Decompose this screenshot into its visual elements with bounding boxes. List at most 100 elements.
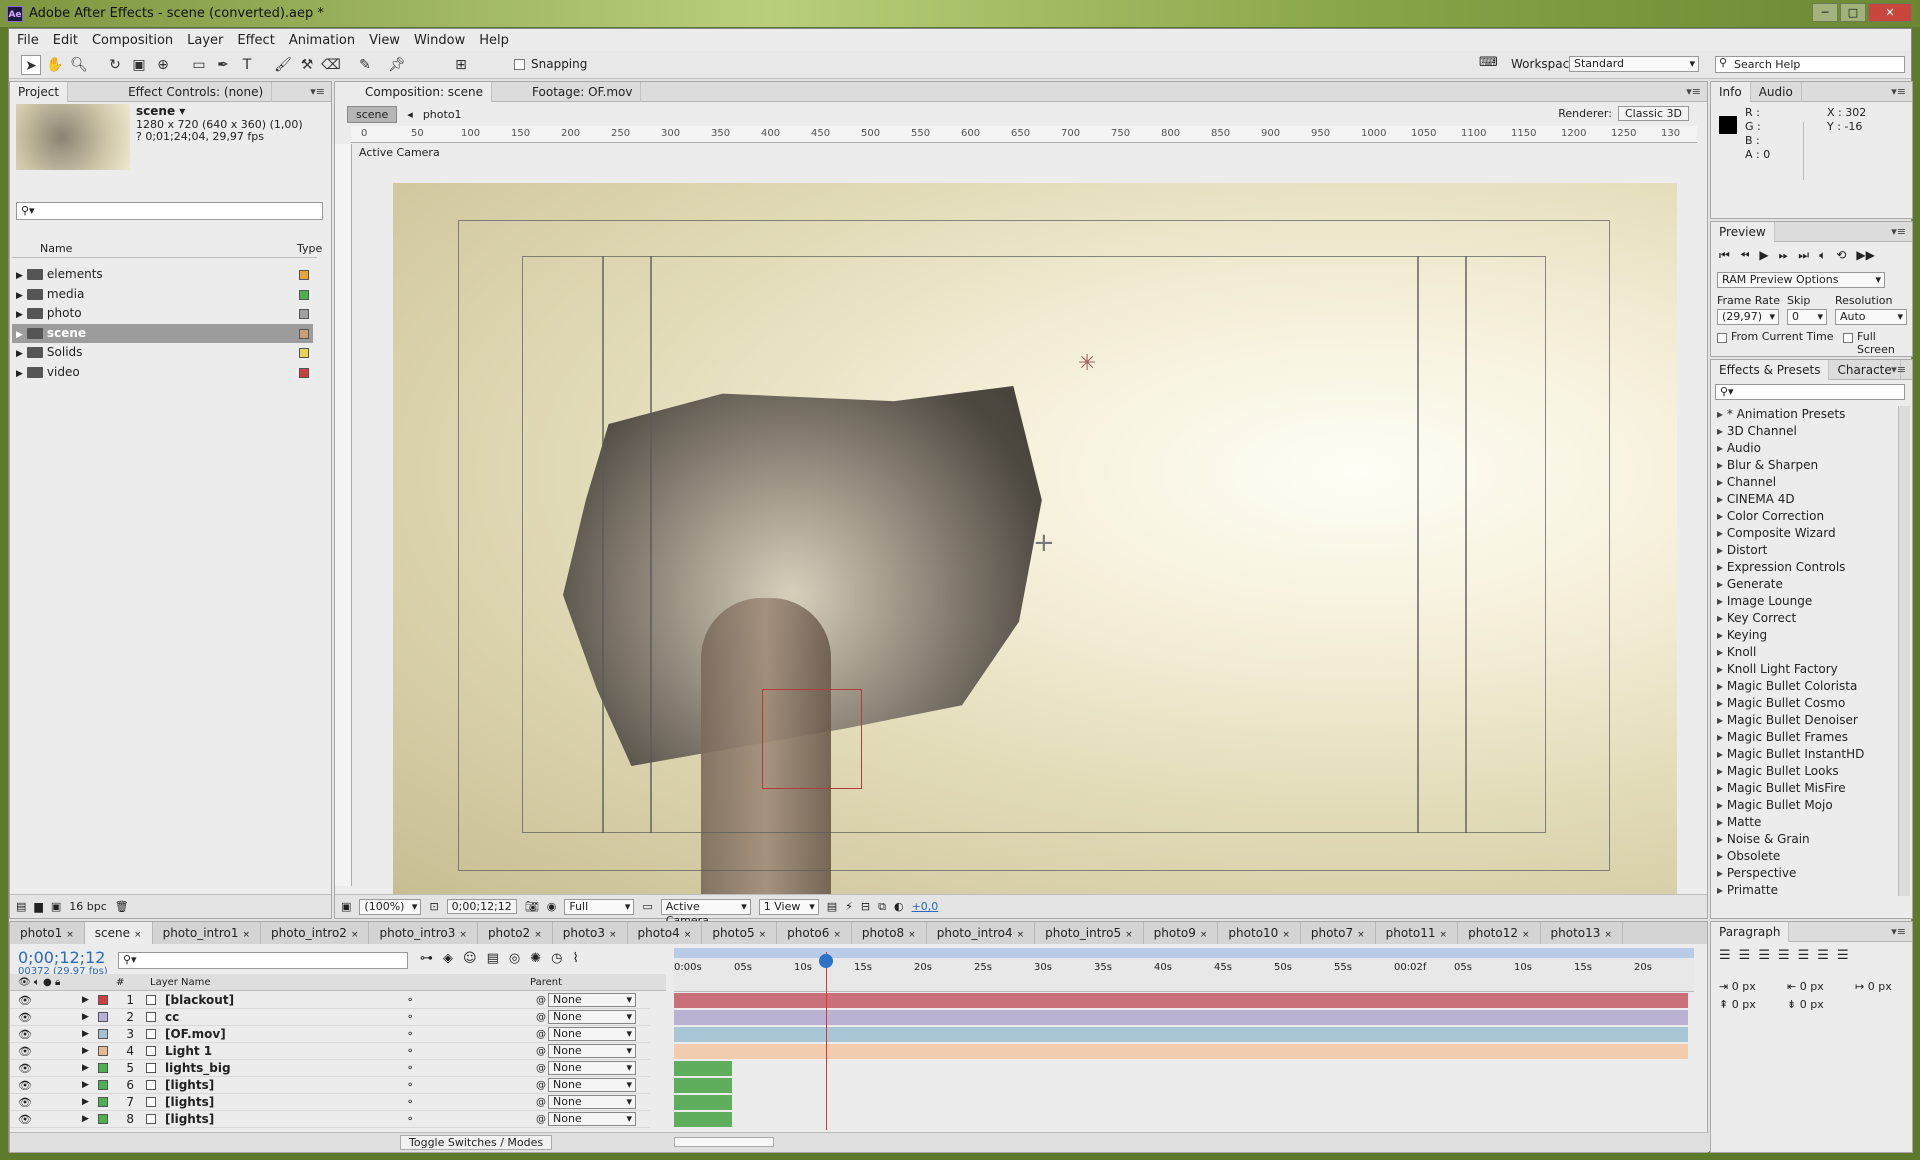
panel-menu-icon[interactable]: ▾≡ bbox=[1891, 363, 1906, 376]
timeline-search-input[interactable]: ⚲▾ bbox=[118, 952, 408, 969]
shy-switch-icon[interactable]: ⚬ bbox=[406, 1077, 414, 1094]
close-icon[interactable]: × bbox=[908, 930, 916, 940]
effects-category[interactable]: Matte bbox=[1717, 814, 1897, 831]
justify-last-left-icon[interactable]: ☰ bbox=[1778, 948, 1790, 963]
shy-switch-icon[interactable]: ⚬ bbox=[406, 1094, 414, 1111]
shy-switch-icon[interactable]: ⚬ bbox=[406, 992, 414, 1009]
timeline-tab-photo_intro3[interactable]: photo_intro3 × bbox=[369, 922, 478, 944]
project-item-scene[interactable]: ▶ scene bbox=[12, 323, 313, 343]
panel-menu-icon[interactable]: ▾≡ bbox=[1891, 85, 1906, 98]
indent-left-value[interactable]: 0 px bbox=[1732, 980, 1756, 993]
justify-all-icon[interactable]: ☰ bbox=[1837, 948, 1849, 963]
timeline-tab-photo_intro2[interactable]: photo_intro2 × bbox=[261, 922, 370, 944]
label-color-swatch[interactable] bbox=[299, 289, 309, 300]
light-icon[interactable]: ✳ bbox=[1078, 351, 1096, 376]
current-time-indicator[interactable] bbox=[826, 952, 827, 1130]
new-folder-icon[interactable]: ▆ bbox=[34, 900, 42, 913]
resolution-select[interactable]: Auto bbox=[1835, 309, 1907, 325]
frame-blending-icon[interactable]: ▤ bbox=[487, 951, 499, 966]
align-left-icon[interactable]: ☰ bbox=[1719, 948, 1731, 963]
timeline-tab-photo2[interactable]: photo2 × bbox=[478, 922, 553, 944]
timeline-tab-photo5[interactable]: photo5 × bbox=[702, 922, 778, 944]
parent-select[interactable]: None bbox=[548, 1095, 636, 1109]
roto-brush-tool-icon[interactable]: ✎ bbox=[355, 55, 375, 75]
close-icon[interactable]: × bbox=[134, 930, 142, 940]
close-icon[interactable]: × bbox=[242, 930, 250, 940]
skip-select[interactable]: 0 bbox=[1787, 309, 1827, 325]
close-icon[interactable]: × bbox=[1125, 930, 1133, 940]
tab-effects-presets[interactable]: Effects & Presets bbox=[1711, 359, 1830, 380]
layer-label-color[interactable] bbox=[98, 1097, 108, 1107]
exposure-value[interactable]: +0,0 bbox=[912, 900, 939, 913]
timeline-icon[interactable]: ⊟ bbox=[861, 900, 870, 913]
timeline-tab-photo6[interactable]: photo6 × bbox=[777, 922, 852, 944]
label-color-swatch[interactable] bbox=[299, 328, 309, 339]
menu-effect[interactable]: Effect bbox=[237, 33, 274, 48]
first-frame-icon[interactable]: ⏮ bbox=[1719, 248, 1730, 263]
new-comp-icon[interactable]: ▣ bbox=[51, 900, 61, 913]
parent-select[interactable]: None bbox=[548, 1010, 636, 1024]
layer-label-color[interactable] bbox=[98, 1114, 108, 1124]
from-current-time-checkbox[interactable] bbox=[1717, 333, 1727, 343]
layer-duration-bar[interactable] bbox=[674, 1112, 732, 1127]
effects-category[interactable]: 3D Channel bbox=[1717, 423, 1897, 440]
tab-project[interactable]: Project bbox=[10, 81, 69, 102]
effects-category[interactable]: Generate bbox=[1717, 576, 1897, 593]
draft-3d-icon[interactable]: ◈ bbox=[443, 951, 453, 966]
close-button[interactable]: ✕ bbox=[1868, 3, 1912, 22]
pan-behind-tool-icon[interactable]: ⊕ bbox=[153, 55, 173, 75]
align-center-icon[interactable]: ☰ bbox=[1739, 948, 1751, 963]
camera-view-select[interactable]: Active Camera bbox=[660, 898, 751, 927]
label-color-swatch[interactable] bbox=[299, 270, 309, 280]
visibility-eye-icon[interactable]: 👁︎ bbox=[18, 1111, 32, 1128]
play-icon[interactable]: ▶ bbox=[1759, 248, 1768, 263]
expand-arrow-icon[interactable]: ▶ bbox=[82, 1111, 89, 1128]
rectangle-tool-icon[interactable]: ▭ bbox=[189, 55, 209, 75]
menu-help[interactable]: Help bbox=[479, 33, 509, 48]
label-color-swatch[interactable] bbox=[299, 348, 309, 358]
close-icon[interactable]: × bbox=[351, 930, 359, 940]
hand-tool-icon[interactable]: ✋ bbox=[45, 55, 65, 75]
tab-info[interactable]: Info bbox=[1711, 81, 1751, 102]
layer-name[interactable]: [lights] bbox=[165, 1111, 214, 1128]
layer-label-color[interactable] bbox=[98, 1080, 108, 1090]
safe-zones-icon[interactable]: ⊡ bbox=[429, 900, 438, 913]
layer-label-color[interactable] bbox=[98, 1063, 108, 1073]
shy-switch-icon[interactable]: ⚬ bbox=[406, 1043, 414, 1060]
effects-category[interactable]: Blur & Sharpen bbox=[1717, 457, 1897, 474]
col-layer-name[interactable]: Layer Name bbox=[150, 974, 211, 991]
effects-scrollbar[interactable] bbox=[1898, 406, 1910, 896]
tab-footage[interactable]: Footage: OF.mov bbox=[492, 81, 642, 102]
camera-tool-icon[interactable]: ▣ bbox=[129, 55, 149, 75]
timeline-tab-photo_intro4[interactable]: photo_intro4 × bbox=[927, 922, 1036, 944]
effects-category[interactable]: Noise & Grain bbox=[1717, 831, 1897, 848]
expand-arrow-icon[interactable]: ▶ bbox=[12, 349, 23, 359]
shy-switch-icon[interactable]: ⚬ bbox=[406, 1009, 414, 1026]
auto-keyframe-icon[interactable]: ◷ bbox=[551, 951, 562, 966]
project-item-video[interactable]: ▶ video bbox=[12, 363, 313, 382]
timeline-tab-photo4[interactable]: photo4 × bbox=[628, 922, 703, 944]
layer-bounding-box[interactable] bbox=[762, 689, 862, 789]
effects-category[interactable]: Obsolete bbox=[1717, 848, 1897, 865]
visibility-eye-icon[interactable]: 👁︎ bbox=[18, 1043, 32, 1060]
visibility-eye-icon[interactable]: 👁︎ bbox=[18, 1026, 32, 1043]
visibility-eye-icon[interactable]: 👁︎ bbox=[18, 992, 32, 1009]
shy-switch-icon[interactable]: ⚬ bbox=[406, 1111, 414, 1128]
space-after-value[interactable]: 0 px bbox=[1800, 998, 1824, 1011]
close-icon[interactable]: × bbox=[1282, 930, 1290, 940]
menu-window[interactable]: Window bbox=[414, 33, 465, 48]
indent-right-value[interactable]: 0 px bbox=[1800, 980, 1824, 993]
tab-character[interactable]: Characte bbox=[1829, 359, 1901, 380]
timeline-current-time[interactable]: 0;00;12;12 bbox=[18, 948, 105, 967]
pickwhip-icon[interactable]: @ bbox=[536, 1094, 546, 1111]
effects-category[interactable]: Color Correction bbox=[1717, 508, 1897, 525]
layer-name[interactable]: [OF.mov] bbox=[165, 1026, 226, 1043]
effects-category[interactable]: Composite Wizard bbox=[1717, 525, 1897, 542]
timeline-tab-photo3[interactable]: photo3 × bbox=[553, 922, 628, 944]
close-icon[interactable]: × bbox=[1440, 930, 1448, 940]
visibility-eye-icon[interactable]: 👁︎ bbox=[18, 1094, 32, 1111]
tab-preview[interactable]: Preview bbox=[1711, 221, 1775, 242]
align-right-icon[interactable]: ☰ bbox=[1758, 948, 1770, 963]
effects-search-input[interactable]: ⚲▾ bbox=[1715, 384, 1905, 400]
mute-audio-icon[interactable]: 🔈︎ bbox=[1819, 248, 1826, 263]
